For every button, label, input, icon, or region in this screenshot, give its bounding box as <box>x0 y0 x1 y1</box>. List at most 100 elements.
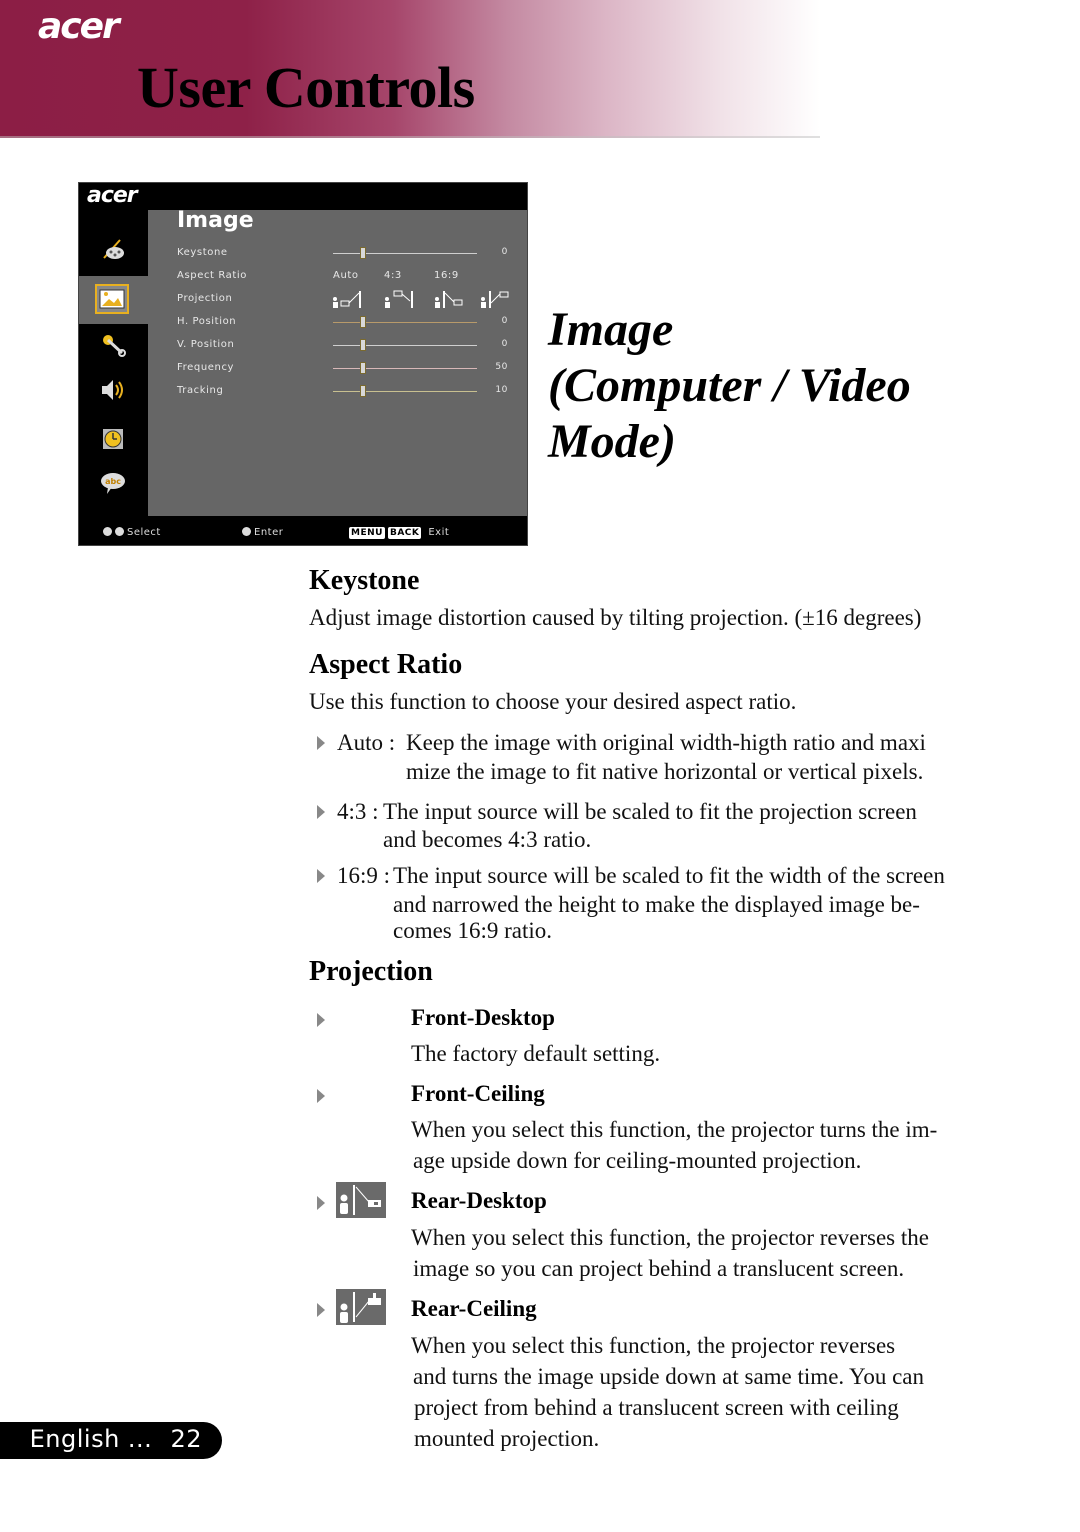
osd-row-tracking[interactable]: Tracking 10 <box>177 381 522 401</box>
aspect-16-9-label: 16:9 : <box>337 863 391 888</box>
slider-thumb[interactable] <box>360 316 366 328</box>
slider-thumb[interactable] <box>360 385 366 397</box>
aspect-auto-label: Auto : <box>337 730 396 755</box>
slider-thumb[interactable] <box>360 247 366 259</box>
keystone-description: Adjust image distortion caused by tiltin… <box>309 605 922 630</box>
aspect-16-9-line3: comes 16:9 ratio. <box>393 918 553 943</box>
language-label: English ... <box>29 1425 153 1453</box>
bullet-icon <box>317 869 325 883</box>
header-banner: acer User Controls <box>0 0 820 138</box>
slider-value: 0 <box>501 247 508 257</box>
rear-desktop-line2: image so you can project behind a transl… <box>413 1256 905 1281</box>
exit-hint: MENU BACK Exit <box>349 527 450 539</box>
down-arrow-icon <box>115 527 124 536</box>
back-key: BACK <box>387 527 422 539</box>
bullet-icon <box>317 805 325 819</box>
slider-track[interactable] <box>333 322 477 323</box>
page-number: 22 <box>170 1425 202 1453</box>
page-footer: English ... 22 <box>0 1422 222 1459</box>
osd-row-label: Aspect Ratio <box>177 270 248 281</box>
aspect-option-4-3[interactable]: 4:3 <box>384 270 402 281</box>
bullet-icon <box>317 1303 325 1317</box>
osd-footer-hints: Select Enter MENU BACK Exit <box>79 521 527 545</box>
osd-row-aspect-ratio[interactable]: Aspect Ratio Auto 4:3 16:9 <box>177 266 522 286</box>
select-hint: Select <box>103 527 161 538</box>
menu-key: MENU <box>349 527 385 539</box>
rear-ceiling-line3: project from behind a translucent screen… <box>414 1395 899 1420</box>
keystone-heading: Keystone <box>309 565 420 596</box>
rear-desktop-icon[interactable] <box>434 289 466 309</box>
right-arrow-icon <box>242 527 251 536</box>
aspect-4-3-label: 4:3 : <box>337 799 379 824</box>
osd-row-h-position[interactable]: H. Position 0 <box>177 312 522 332</box>
rear-desktop-line1: When you select this function, the proje… <box>411 1225 929 1250</box>
osd-row-label: H. Position <box>177 316 237 327</box>
page-indicator: English ... 22 <box>30 1425 202 1453</box>
slider-track[interactable] <box>333 391 477 392</box>
slider-track[interactable] <box>333 253 477 254</box>
rear-ceiling-line2: and turns the image upside down at same … <box>413 1364 925 1389</box>
front-desktop-title: Front-Desktop <box>411 1005 555 1030</box>
aspect-ratio-intro: Use this function to choose your desired… <box>309 689 797 714</box>
osd-row-label: V. Position <box>177 339 235 350</box>
front-ceiling-icon[interactable] <box>384 289 416 309</box>
slider-thumb[interactable] <box>360 362 366 374</box>
osd-menu-title: Image <box>177 208 254 233</box>
front-ceiling-line2: age upside down for ceiling-mounted proj… <box>413 1148 862 1173</box>
osd-row-keystone[interactable]: Keystone 0 <box>177 243 522 263</box>
osd-row-label: Tracking <box>177 385 224 396</box>
osd-acer-logo: acer <box>87 183 138 208</box>
settings-wrench-icon[interactable] <box>98 331 128 359</box>
bullet-icon <box>317 736 325 750</box>
svg-text:abc: abc <box>105 477 121 486</box>
slider-track[interactable] <box>333 368 477 369</box>
osd-row-v-position[interactable]: V. Position 0 <box>177 335 522 355</box>
rear-desktop-icon <box>336 1182 386 1218</box>
osd-row-projection[interactable]: Projection <box>177 289 522 309</box>
slider-value: 0 <box>501 339 508 349</box>
image-icon[interactable] <box>95 284 129 314</box>
front-ceiling-title: Front-Ceiling <box>411 1081 545 1106</box>
bullet-icon <box>317 1196 325 1210</box>
rear-ceiling-icon <box>336 1289 386 1325</box>
rear-ceiling-title: Rear-Ceiling <box>411 1296 537 1321</box>
osd-row-frequency[interactable]: Frequency 50 <box>177 358 522 378</box>
language-abc-icon[interactable]: abc <box>98 469 128 497</box>
timer-clock-icon[interactable] <box>98 425 128 453</box>
aspect-ratio-heading: Aspect Ratio <box>309 649 463 680</box>
aspect-4-3-line1: The input source will be scaled to fit t… <box>383 799 917 824</box>
up-arrow-icon <box>103 527 112 536</box>
section-title: Image (Computer / Video Mode) <box>548 303 911 468</box>
front-desktop-icon[interactable] <box>332 289 364 309</box>
osd-row-label: Projection <box>177 293 233 304</box>
aspect-16-9-line2: and narrowed the height to make the disp… <box>393 892 920 917</box>
front-ceiling-line1: When you select this function, the proje… <box>411 1117 938 1142</box>
aspect-option-16-9[interactable]: 16:9 <box>434 270 459 281</box>
osd-row-label: Keystone <box>177 247 228 258</box>
bullet-icon <box>317 1013 325 1027</box>
enter-hint: Enter <box>242 527 283 538</box>
projection-heading: Projection <box>309 956 433 987</box>
page-title: User Controls <box>137 55 475 120</box>
osd-menu-screenshot: acer abc Image Keystone 0 Aspect Ratio A… <box>78 182 528 546</box>
front-desktop-text: The factory default setting. <box>411 1041 661 1066</box>
aspect-option-auto[interactable]: Auto <box>333 270 359 281</box>
slider-value: 0 <box>501 316 508 326</box>
aspect-16-9-line1: The input source will be scaled to fit t… <box>393 863 945 888</box>
rear-ceiling-line1: When you select this function, the proje… <box>411 1333 896 1358</box>
slider-thumb[interactable] <box>360 339 366 351</box>
rear-ceiling-line4: mounted projection. <box>414 1426 600 1451</box>
acer-logo: acer <box>38 6 120 47</box>
speaker-icon[interactable] <box>98 376 128 404</box>
aspect-4-3-line2: and becomes 4:3 ratio. <box>383 827 592 852</box>
rear-desktop-title: Rear-Desktop <box>411 1188 547 1213</box>
color-palette-icon[interactable] <box>98 236 128 264</box>
rear-ceiling-icon[interactable] <box>480 289 512 309</box>
slider-track[interactable] <box>333 345 477 346</box>
slider-value: 50 <box>495 362 508 372</box>
bullet-icon <box>317 1089 325 1103</box>
aspect-auto-line1: Keep the image with original width-higth… <box>406 730 926 755</box>
osd-content-panel: Image Keystone 0 Aspect Ratio Auto 4:3 1… <box>148 208 527 516</box>
header-divider <box>0 136 820 138</box>
slider-value: 10 <box>495 385 508 395</box>
